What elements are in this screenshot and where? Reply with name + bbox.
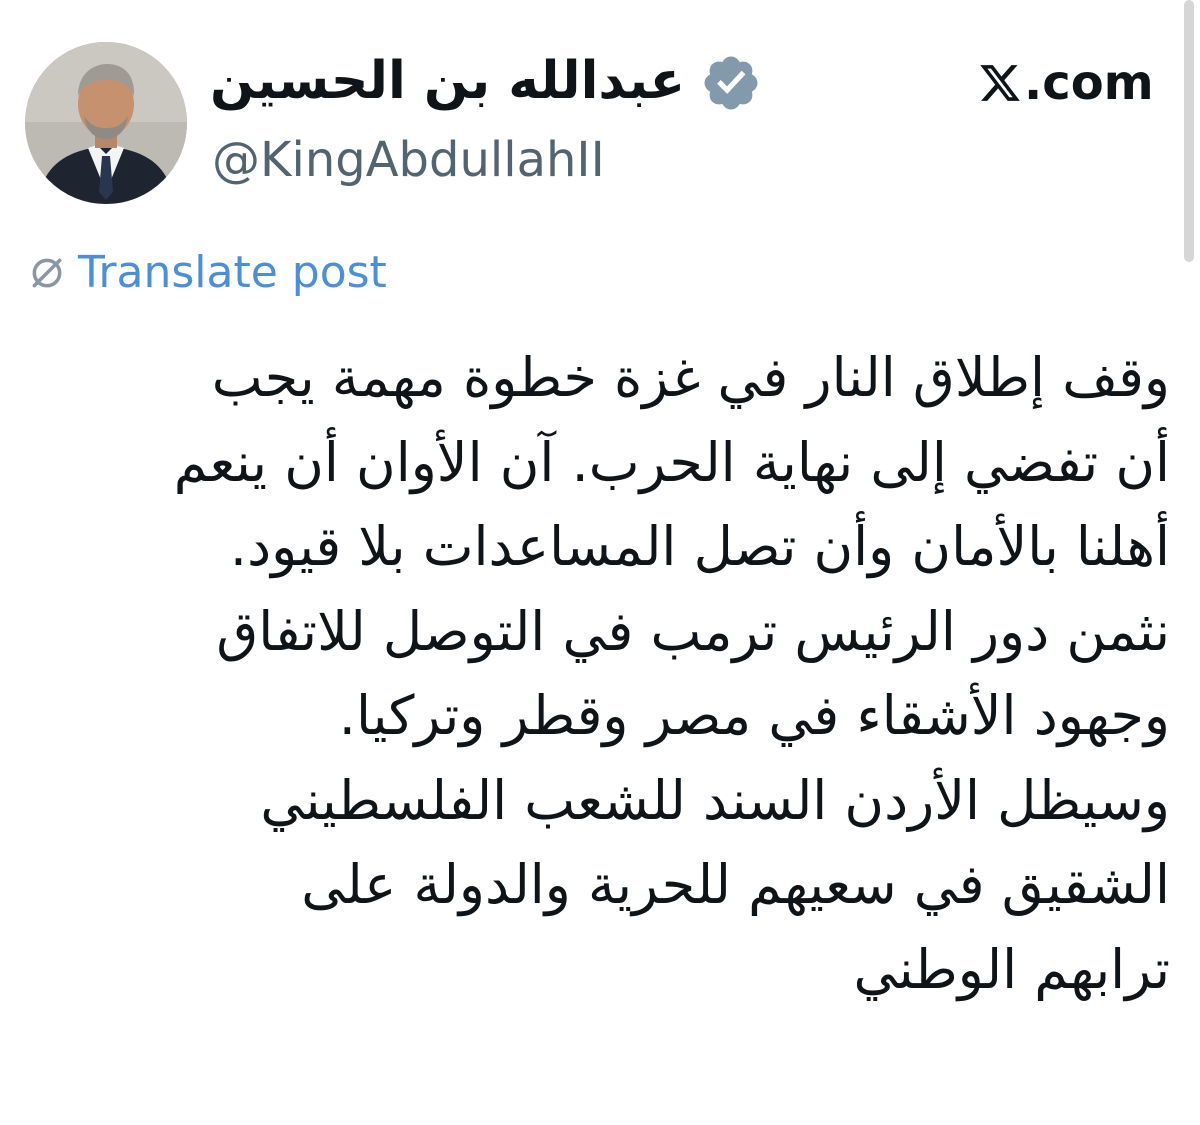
post-line: وسيظل الأردن السند للشعب الفلسطيني (260, 768, 1170, 832)
post-line: ترابهم الوطني (853, 937, 1171, 1001)
site-brand: .com (978, 50, 1154, 116)
avatar[interactable] (25, 42, 187, 204)
globe-icon (32, 258, 62, 288)
author-display-name[interactable]: عبدالله بن الحسين (210, 48, 685, 114)
post-line: وجهود الأشقاء في مصر وقطر وتركيا. (338, 684, 1170, 747)
post-line: الشقيق في سعيهم للحرية والدولة على (301, 853, 1170, 916)
verified-badge-icon (704, 56, 758, 110)
post-body: وقف إطلاق النار في غزة خطوة مهمة يجب أن … (20, 336, 1170, 1012)
x-logo-icon (980, 65, 1020, 101)
post-line: أن تفضي إلى نهاية الحرب. آن الأوان أن ين… (173, 430, 1170, 494)
translate-post-link[interactable]: Translate post (28, 246, 387, 300)
author-handle[interactable]: @KingAbdullahII (212, 130, 605, 190)
scrollbar[interactable] (1184, 0, 1194, 262)
profile-photo (25, 42, 187, 204)
site-domain: .com (1024, 55, 1154, 111)
post-line: أهلنا بالأمان وأن تصل المساعدات بلا قيود… (229, 515, 1170, 578)
post-line: نثمن دور الرئيس ترمب في التوصل للاتفاق (216, 599, 1170, 663)
post-line: وقف إطلاق النار في غزة خطوة مهمة يجب (211, 346, 1170, 409)
translate-post-label: Translate post (78, 247, 387, 298)
